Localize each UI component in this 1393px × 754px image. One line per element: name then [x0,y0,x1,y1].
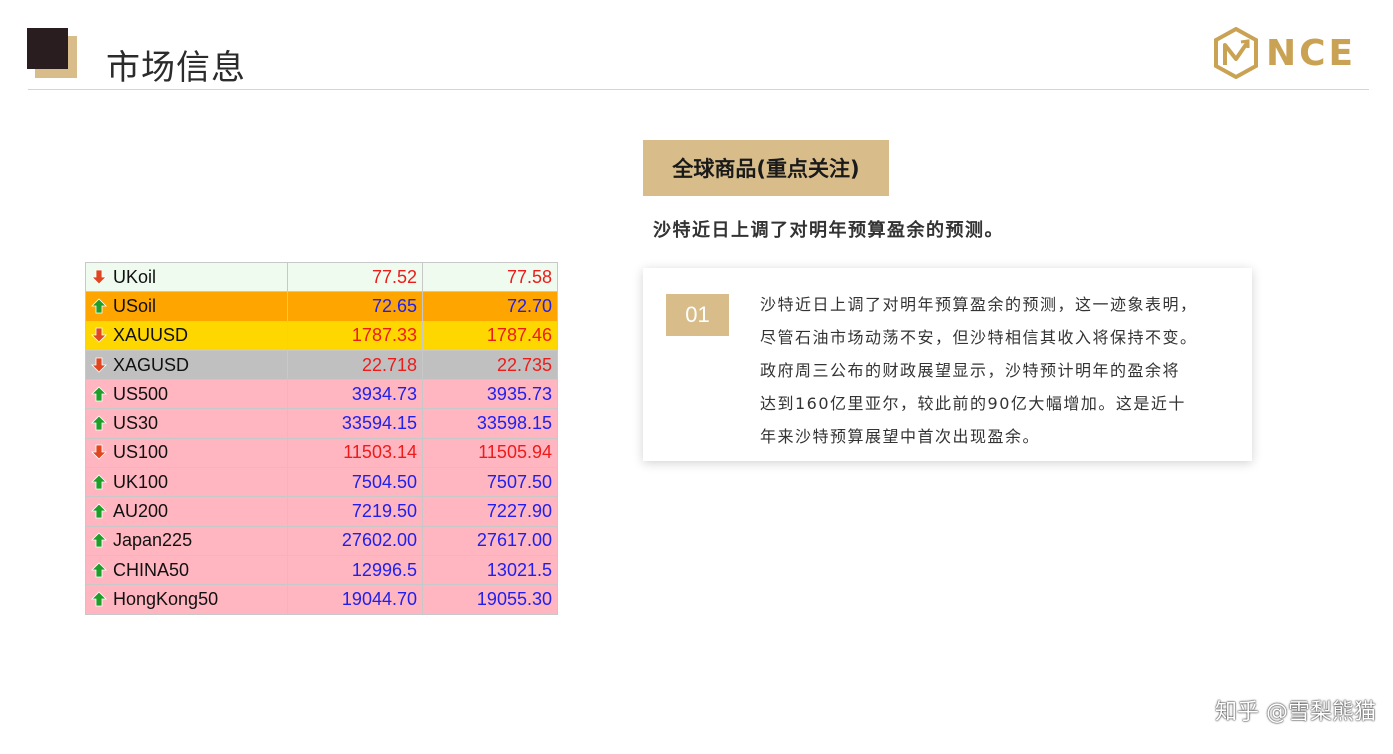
ask-price-cell: 11505.94 [422,437,558,469]
symbol-label: UKoil [113,266,157,287]
arrow-up-icon [91,386,107,402]
arrow-up-icon [91,591,107,607]
table-row: Japan225 27602.00 27617.00 [85,525,558,556]
news-card: 01 沙特近日上调了对明年预算盈余的预测，这一迹象表明， 尽管石油市场动荡不安，… [643,268,1252,461]
news-line: 尽管石油市场动荡不安，但沙特相信其收入将保持不变。 [760,328,1198,347]
table-row: USoil 72.65 72.70 [85,291,558,322]
header-divider [28,89,1369,90]
arrow-down-icon [91,327,107,343]
symbol-label: Japan225 [113,530,193,551]
table-row: UK100 7504.50 7507.50 [85,467,558,498]
symbol-cell: USoil [85,291,288,322]
bid-price-cell: 7219.50 [287,496,423,527]
nce-logo-icon [1214,27,1258,79]
symbol-label: US100 [113,442,169,463]
table-row: CHINA50 12996.5 13021.5 [85,554,558,586]
news-number-badge: 01 [666,294,729,336]
symbol-label: UK100 [113,471,169,492]
table-row: US30 33594.15 33598.15 [85,408,558,439]
arrow-up-icon [91,415,107,431]
ask-price-cell: 3935.73 [422,379,558,410]
symbol-cell: US500 [85,379,288,410]
table-row: AU200 7219.50 7227.90 [85,496,558,527]
page-title: 市场信息 [106,48,246,88]
table-row: UKoil 77.52 77.58 [85,261,558,293]
bid-price-cell: 11503.14 [287,437,423,469]
ask-price-cell: 19055.30 [422,584,558,615]
symbol-cell: UKoil [85,261,288,293]
bid-price-cell: 72.65 [287,291,423,322]
ask-price-cell: 7507.50 [422,467,558,498]
bid-price-cell: 3934.73 [287,379,423,410]
arrow-up-icon [91,562,107,578]
arrow-up-icon [91,532,107,548]
news-line: 政府周三公布的财政展望显示，沙特预计明年的盈余将 [760,361,1181,380]
table-row: US100 11503.14 11505.94 [85,437,558,469]
arrow-down-icon [91,445,107,460]
symbol-label: US500 [113,383,169,404]
nce-logo: NCE [1212,26,1364,80]
news-body: 沙特近日上调了对明年预算盈余的预测，这一迹象表明， 尽管石油市场动荡不安，但沙特… [760,288,1235,453]
bid-price-cell: 12996.5 [287,554,423,586]
arrow-down-icon [91,357,107,373]
arrow-up-icon [91,474,107,490]
symbol-cell: US100 [85,437,288,469]
symbol-label: HongKong50 [113,588,219,609]
section-tag-label: 全球商品(重点关注) [672,157,860,181]
ask-price-cell: 22.735 [422,349,558,381]
ask-price-cell: 7227.90 [422,496,558,527]
bid-price-cell: 33594.15 [287,408,423,439]
table-row: XAUUSD 1787.33 1787.46 [85,320,558,351]
symbol-cell: AU200 [85,496,288,527]
section-tag: 全球商品(重点关注) [643,140,889,196]
logo-text: NCE [1266,32,1357,74]
symbol-label: US30 [113,413,159,434]
ask-price-cell: 27617.00 [422,525,558,556]
ask-price-cell: 1787.46 [422,320,558,351]
symbol-label: XAUUSD [113,325,189,346]
bid-price-cell: 1787.33 [287,320,423,351]
symbol-cell: Japan225 [85,525,288,556]
bid-price-cell: 22.718 [287,349,423,381]
ask-price-cell: 13021.5 [422,554,558,586]
bid-price-cell: 77.52 [287,261,423,293]
watermark: 知乎 @雪梨熊猫 [1215,700,1376,725]
symbol-label: AU200 [113,501,169,522]
market-quotes-table: UKoil 77.52 77.58 USoil 72.65 72.70 XAUUSD 1787… [85,261,558,615]
table-row: XAGUSD 22.718 22.735 [85,349,558,381]
symbol-label: CHINA50 [113,559,190,580]
symbol-cell: XAGUSD [85,349,288,381]
bid-price-cell: 27602.00 [287,525,423,556]
news-line: 年来沙特预算展望中首次出现盈余。 [760,427,1041,446]
ask-price-cell: 72.70 [422,291,558,322]
symbol-cell: HongKong50 [85,584,288,615]
news-line: 沙特近日上调了对明年预算盈余的预测，这一迹象表明， [760,295,1198,314]
ask-price-cell: 77.58 [422,261,558,293]
bid-price-cell: 7504.50 [287,467,423,498]
symbol-label: XAGUSD [113,354,190,375]
arrow-up-icon [91,298,107,314]
symbol-cell: US30 [85,408,288,439]
symbol-cell: XAUUSD [85,320,288,351]
table-row: US500 3934.73 3935.73 [85,379,558,410]
arrow-up-icon [91,503,107,519]
arrow-down-icon [91,269,107,285]
symbol-cell: CHINA50 [85,554,288,586]
header-corner-mark [27,28,77,78]
news-line: 达到160亿里亚尔，较此前的90亿大幅增加。这是近十 [760,394,1186,413]
ask-price-cell: 33598.15 [422,408,558,439]
table-row: HongKong50 19044.70 19055.30 [85,584,558,615]
symbol-cell: UK100 [85,467,288,498]
symbol-label: USoil [113,295,157,316]
bid-price-cell: 19044.70 [287,584,423,615]
news-headline: 沙特近日上调了对明年预算盈余的预测。 [653,220,1004,241]
